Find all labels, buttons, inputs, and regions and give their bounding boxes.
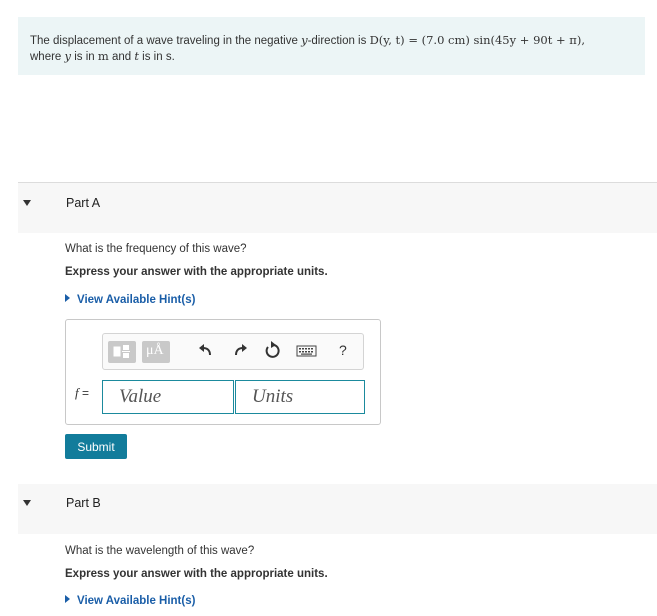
redo-button[interactable] [227, 339, 251, 363]
problem-text: where [30, 51, 65, 63]
problem-statement: The displacement of a wave traveling in … [18, 17, 645, 75]
part-b-hint-link[interactable]: View Available Hint(s) [65, 595, 195, 607]
units-symbol: μÅ [146, 343, 164, 358]
hint-link-label: View Available Hint(s) [77, 595, 196, 607]
part-b-title: Part B [66, 496, 101, 510]
math-toolbar: μÅ ? [102, 333, 364, 370]
part-b-question: What is the wavelength of this wave? [65, 545, 255, 557]
templates-icon [113, 345, 130, 358]
part-a-instruction: Express your answer with the appropriate… [65, 266, 328, 278]
problem-line-1: The displacement of a wave traveling in … [30, 33, 633, 49]
keyboard-button[interactable] [295, 339, 319, 363]
value-placeholder: Value [119, 386, 162, 407]
keyboard-icon [296, 345, 317, 357]
collapse-caret-icon[interactable] [23, 200, 31, 206]
expand-triangle-icon [65, 595, 70, 603]
reset-button[interactable] [260, 339, 284, 363]
help-icon: ? [339, 342, 347, 358]
redo-icon [235, 344, 247, 356]
problem-line-2: where y is in m and t is in s. [30, 49, 633, 65]
wave-equation: D(y, t) = (7.0 cm) sin(45y + 90t + π), [369, 33, 585, 47]
units-input[interactable]: Units [235, 380, 365, 414]
units-button[interactable]: μÅ [142, 341, 170, 363]
units-placeholder: Units [252, 386, 294, 407]
value-input[interactable]: Value [102, 380, 234, 414]
problem-text: is in s. [138, 51, 175, 63]
collapse-caret-icon[interactable] [23, 500, 31, 506]
part-b-header[interactable] [18, 484, 657, 534]
math-unit: m [97, 49, 109, 63]
hint-link-label: View Available Hint(s) [77, 294, 196, 306]
part-a-title: Part A [66, 196, 101, 210]
part-a-question: What is the frequency of this wave? [65, 243, 247, 255]
undo-button[interactable] [195, 339, 219, 363]
part-a-hint-link[interactable]: View Available Hint(s) [65, 294, 195, 306]
problem-text: The displacement of a wave traveling in … [30, 35, 302, 47]
answer-equals: = [78, 386, 89, 400]
answer-label: f = [75, 385, 89, 401]
expand-triangle-icon [65, 294, 70, 302]
answer-box: μÅ ? f = Value Units [65, 319, 381, 425]
help-button[interactable]: ? [333, 339, 357, 363]
templates-button[interactable] [108, 341, 136, 363]
part-b-instruction: Express your answer with the appropriate… [65, 568, 328, 580]
undo-icon [199, 344, 211, 356]
problem-text: -direction is [307, 35, 370, 47]
part-a-header[interactable] [18, 183, 657, 233]
reset-icon [265, 341, 280, 358]
submit-button[interactable]: Submit [65, 434, 127, 459]
problem-text: is in [71, 51, 98, 63]
problem-text: and [108, 51, 135, 63]
